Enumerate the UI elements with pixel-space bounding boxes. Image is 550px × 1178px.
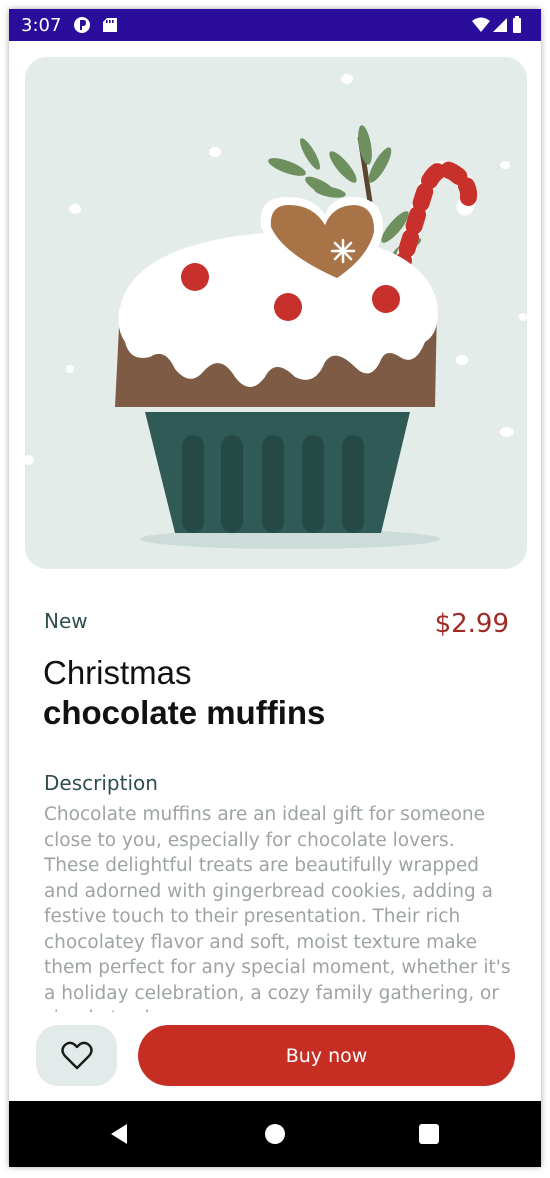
wifi-icon: [472, 17, 490, 32]
description-text[interactable]: Chocolate muffins are an ideal gift for …: [44, 802, 514, 1012]
battery-icon: [513, 16, 521, 33]
product-title-line1: Christmas: [43, 654, 192, 691]
buy-now-button[interactable]: Buy now: [138, 1025, 515, 1086]
home-icon[interactable]: [262, 1121, 288, 1147]
cupcake-illustration: [25, 74, 527, 549]
product-tag: New: [44, 609, 88, 633]
status-right-icons: [472, 16, 521, 33]
product-image: [25, 57, 527, 569]
status-left-icons: [74, 17, 117, 33]
favorite-button[interactable]: [36, 1025, 117, 1086]
back-icon[interactable]: [107, 1121, 133, 1147]
sd-card-icon: [103, 18, 117, 32]
product-price: $2.99: [434, 609, 509, 639]
signal-icon: [493, 18, 507, 32]
status-time: 3:07: [21, 15, 62, 36]
phone-screen: 3:07 New $2.99 Christmas chocolate muffi…: [9, 9, 541, 1167]
product-title-line2: chocolate muffins: [43, 694, 326, 731]
status-bar: 3:07: [9, 9, 541, 41]
recents-icon[interactable]: [416, 1121, 442, 1147]
navigation-bar: [9, 1101, 541, 1167]
app-notification-icon: [74, 17, 90, 33]
heart-outline-icon: [60, 1041, 93, 1069]
description-heading: Description: [44, 771, 158, 795]
